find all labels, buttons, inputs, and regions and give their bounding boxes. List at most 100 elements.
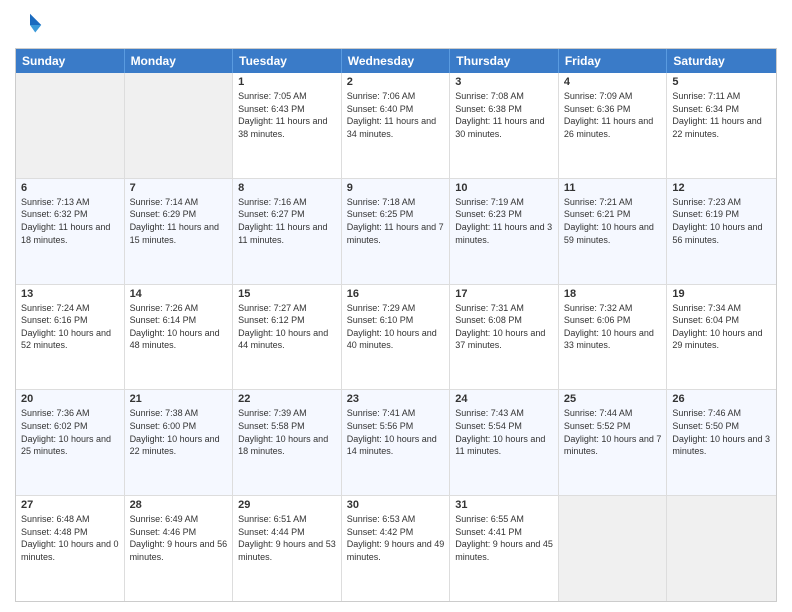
day-info: Sunrise: 7:27 AM Sunset: 6:12 PM Dayligh…: [238, 302, 336, 352]
day-info: Sunrise: 6:53 AM Sunset: 4:42 PM Dayligh…: [347, 513, 445, 563]
day-cell: 22 Sunrise: 7:39 AM Sunset: 5:58 PM Dayli…: [233, 390, 342, 495]
day-info: Sunrise: 7:36 AM Sunset: 6:02 PM Dayligh…: [21, 407, 119, 457]
day-number: 9: [347, 182, 445, 194]
day-number: 16: [347, 288, 445, 300]
day-info: Sunrise: 7:34 AM Sunset: 6:04 PM Dayligh…: [672, 302, 771, 352]
day-cell: 1 Sunrise: 7:05 AM Sunset: 6:43 PM Daylig…: [233, 73, 342, 178]
day-number: 17: [455, 288, 553, 300]
day-header-wednesday: Wednesday: [342, 49, 451, 73]
day-info: Sunrise: 7:05 AM Sunset: 6:43 PM Dayligh…: [238, 90, 336, 140]
day-info: Sunrise: 7:13 AM Sunset: 6:32 PM Dayligh…: [21, 196, 119, 246]
day-info: Sunrise: 7:31 AM Sunset: 6:08 PM Dayligh…: [455, 302, 553, 352]
day-number: 23: [347, 393, 445, 405]
day-number: 24: [455, 393, 553, 405]
day-number: 12: [672, 182, 771, 194]
day-cell: 7 Sunrise: 7:14 AM Sunset: 6:29 PM Daylig…: [125, 179, 234, 284]
day-number: 15: [238, 288, 336, 300]
day-number: 10: [455, 182, 553, 194]
day-number: 6: [21, 182, 119, 194]
day-cell: 2 Sunrise: 7:06 AM Sunset: 6:40 PM Daylig…: [342, 73, 451, 178]
day-number: 2: [347, 76, 445, 88]
day-cell: 8Sunrise: 7:16 AM Sunset: 6:27 PM Daylig…: [233, 179, 342, 284]
day-info: Sunrise: 7:44 AM Sunset: 5:52 PM Dayligh…: [564, 407, 662, 457]
day-headers: SundayMondayTuesdayWednesdayThursdayFrid…: [16, 49, 776, 73]
day-number: 22: [238, 393, 336, 405]
day-header-monday: Monday: [125, 49, 234, 73]
day-cell: [667, 496, 776, 601]
day-info: Sunrise: 6:55 AM Sunset: 4:41 PM Dayligh…: [455, 513, 553, 563]
day-number: 4: [564, 76, 662, 88]
day-info: Sunrise: 7:11 AM Sunset: 6:34 PM Dayligh…: [672, 90, 771, 140]
week-row-3: 13 Sunrise: 7:24 AM Sunset: 6:16 PM Dayli…: [16, 284, 776, 390]
day-cell: [16, 73, 125, 178]
day-number: 26: [672, 393, 771, 405]
day-cell: 17 Sunrise: 7:31 AM Sunset: 6:08 PM Dayli…: [450, 285, 559, 390]
day-number: 21: [130, 393, 228, 405]
day-cell: 3 Sunrise: 7:08 AM Sunset: 6:38 PM Daylig…: [450, 73, 559, 178]
day-info: Sunrise: 7:06 AM Sunset: 6:40 PM Dayligh…: [347, 90, 445, 140]
day-info: Sunrise: 7:23 AM Sunset: 6:19 PM Dayligh…: [672, 196, 771, 246]
day-info: Sunrise: 6:51 AM Sunset: 4:44 PM Dayligh…: [238, 513, 336, 563]
day-cell: 10 Sunrise: 7:19 AM Sunset: 6:23 PM Dayli…: [450, 179, 559, 284]
day-info: Sunrise: 7:21 AM Sunset: 6:21 PM Dayligh…: [564, 196, 662, 246]
day-info: Sunrise: 7:39 AM Sunset: 5:58 PM Dayligh…: [238, 407, 336, 457]
day-cell: 6 Sunrise: 7:13 AM Sunset: 6:32 PM Daylig…: [16, 179, 125, 284]
day-cell: 29 Sunrise: 6:51 AM Sunset: 4:44 PM Dayli…: [233, 496, 342, 601]
day-cell: 14Sunrise: 7:26 AM Sunset: 6:14 PM Dayli…: [125, 285, 234, 390]
day-number: 25: [564, 393, 662, 405]
day-header-thursday: Thursday: [450, 49, 559, 73]
logo: [15, 10, 49, 40]
day-cell: 27Sunrise: 6:48 AM Sunset: 4:48 PM Dayli…: [16, 496, 125, 601]
page: SundayMondayTuesdayWednesdayThursdayFrid…: [0, 0, 792, 612]
day-number: 1: [238, 76, 336, 88]
day-info: Sunrise: 7:08 AM Sunset: 6:38 PM Dayligh…: [455, 90, 553, 140]
day-header-saturday: Saturday: [667, 49, 776, 73]
day-cell: 12 Sunrise: 7:23 AM Sunset: 6:19 PM Dayli…: [667, 179, 776, 284]
day-cell: [125, 73, 234, 178]
day-info: Sunrise: 6:49 AM Sunset: 4:46 PM Dayligh…: [130, 513, 228, 563]
day-number: 28: [130, 499, 228, 511]
day-info: Sunrise: 6:48 AM Sunset: 4:48 PM Dayligh…: [21, 513, 119, 563]
day-number: 29: [238, 499, 336, 511]
week-row-5: 27Sunrise: 6:48 AM Sunset: 4:48 PM Dayli…: [16, 495, 776, 601]
day-cell: 24 Sunrise: 7:43 AM Sunset: 5:54 PM Dayli…: [450, 390, 559, 495]
day-number: 7: [130, 182, 228, 194]
day-info: Sunrise: 7:29 AM Sunset: 6:10 PM Dayligh…: [347, 302, 445, 352]
day-number: 3: [455, 76, 553, 88]
day-info: Sunrise: 7:46 AM Sunset: 5:50 PM Dayligh…: [672, 407, 771, 457]
day-cell: 16 Sunrise: 7:29 AM Sunset: 6:10 PM Dayli…: [342, 285, 451, 390]
day-header-tuesday: Tuesday: [233, 49, 342, 73]
day-header-friday: Friday: [559, 49, 668, 73]
day-info: Sunrise: 7:14 AM Sunset: 6:29 PM Dayligh…: [130, 196, 228, 246]
day-info: Sunrise: 7:38 AM Sunset: 6:00 PM Dayligh…: [130, 407, 228, 457]
day-info: Sunrise: 7:41 AM Sunset: 5:56 PM Dayligh…: [347, 407, 445, 457]
day-cell: 21 Sunrise: 7:38 AM Sunset: 6:00 PM Dayli…: [125, 390, 234, 495]
day-cell: 26 Sunrise: 7:46 AM Sunset: 5:50 PM Dayli…: [667, 390, 776, 495]
day-info: Sunrise: 7:32 AM Sunset: 6:06 PM Dayligh…: [564, 302, 662, 352]
day-info: Sunrise: 7:09 AM Sunset: 6:36 PM Dayligh…: [564, 90, 662, 140]
day-number: 30: [347, 499, 445, 511]
day-header-sunday: Sunday: [16, 49, 125, 73]
day-cell: 31 Sunrise: 6:55 AM Sunset: 4:41 PM Dayli…: [450, 496, 559, 601]
day-number: 18: [564, 288, 662, 300]
week-row-4: 20 Sunrise: 7:36 AM Sunset: 6:02 PM Dayli…: [16, 389, 776, 495]
day-number: 20: [21, 393, 119, 405]
day-info: Sunrise: 7:24 AM Sunset: 6:16 PM Dayligh…: [21, 302, 119, 352]
day-number: 31: [455, 499, 553, 511]
day-info: Sunrise: 7:19 AM Sunset: 6:23 PM Dayligh…: [455, 196, 553, 246]
header: [15, 10, 777, 40]
day-info: Sunrise: 7:16 AM Sunset: 6:27 PM Dayligh…: [238, 196, 336, 246]
day-cell: 4 Sunrise: 7:09 AM Sunset: 6:36 PM Daylig…: [559, 73, 668, 178]
day-info: Sunrise: 7:43 AM Sunset: 5:54 PM Dayligh…: [455, 407, 553, 457]
day-info: Sunrise: 7:18 AM Sunset: 6:25 PM Dayligh…: [347, 196, 445, 246]
day-cell: 15 Sunrise: 7:27 AM Sunset: 6:12 PM Dayli…: [233, 285, 342, 390]
day-number: 14: [130, 288, 228, 300]
day-cell: 25 Sunrise: 7:44 AM Sunset: 5:52 PM Dayli…: [559, 390, 668, 495]
calendar: SundayMondayTuesdayWednesdayThursdayFrid…: [15, 48, 777, 602]
day-cell: 5 Sunrise: 7:11 AM Sunset: 6:34 PM Daylig…: [667, 73, 776, 178]
day-cell: 11Sunrise: 7:21 AM Sunset: 6:21 PM Dayli…: [559, 179, 668, 284]
day-number: 19: [672, 288, 771, 300]
day-number: 13: [21, 288, 119, 300]
day-number: 5: [672, 76, 771, 88]
logo-icon: [15, 10, 45, 40]
